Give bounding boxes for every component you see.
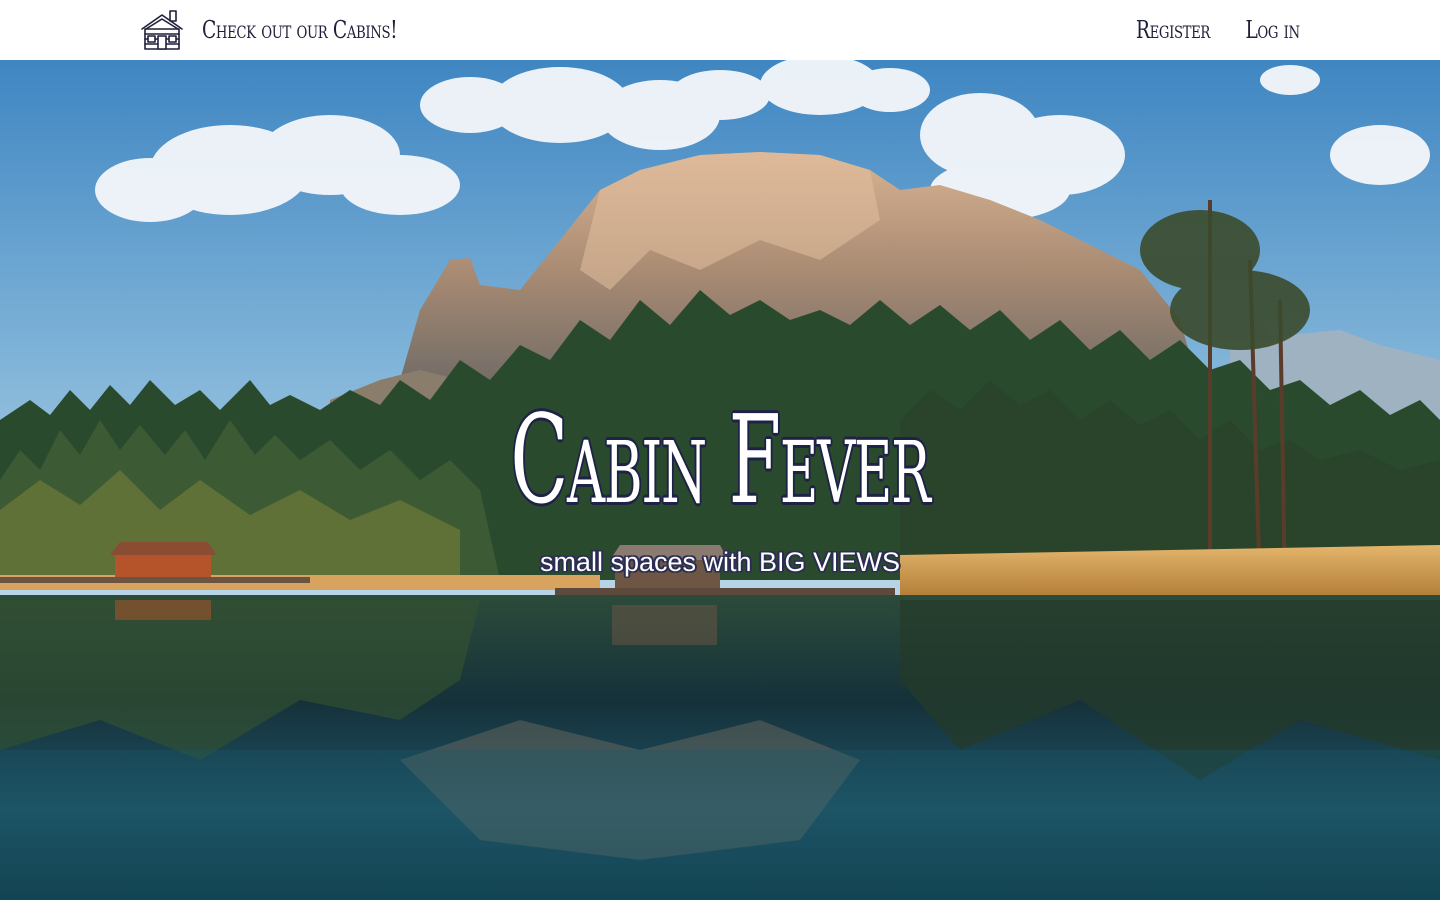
register-link[interactable]: Register [1136, 16, 1210, 44]
hero-title: Cabin Fever [510, 389, 930, 531]
hero-subtitle: small spaces with BIG VIEWS [539, 547, 901, 577]
navbar-inner: Check out our Cabins! Register Log in [140, 0, 1300, 60]
nav-links: Register Log in [1115, 16, 1300, 44]
navbar: Check out our Cabins! Register Log in [0, 0, 1440, 60]
login-link[interactable]: Log in [1246, 16, 1301, 44]
cabin-icon [141, 10, 183, 50]
brand-link[interactable]: Check out our Cabins! [140, 9, 452, 51]
hero-section: Cabin Fever small spaces with BIG VIEWS [0, 60, 1440, 900]
brand-label: Check out our Cabins! [202, 16, 398, 44]
